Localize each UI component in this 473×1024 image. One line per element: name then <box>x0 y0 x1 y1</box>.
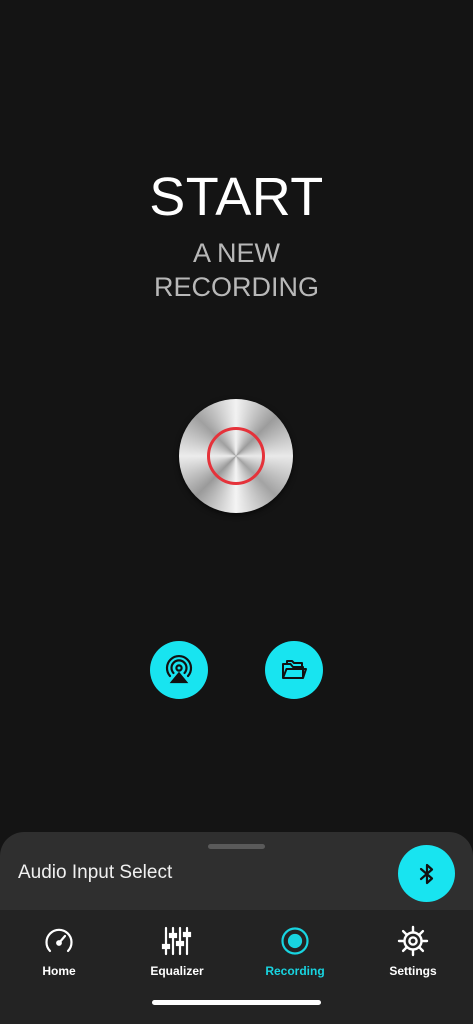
hero-subtitle-line2: RECORDING <box>153 272 319 302</box>
hero-text: START A NEW RECORDING <box>0 164 473 304</box>
tab-bar: Home Equalizer Recording Settings <box>0 910 473 1024</box>
hero-subtitle: A NEW RECORDING <box>0 236 473 304</box>
recordings-folder-button[interactable] <box>265 641 323 699</box>
speedometer-icon <box>45 928 73 953</box>
record-icon <box>207 427 265 485</box>
gear-icon <box>397 925 429 957</box>
tab-home-label: Home <box>42 964 76 978</box>
home-indicator[interactable] <box>152 1000 321 1005</box>
tab-settings-label: Settings <box>389 964 437 978</box>
tab-equalizer[interactable]: Equalizer <box>122 924 232 978</box>
audio-output-button[interactable] <box>150 641 208 699</box>
airplay-icon <box>165 654 193 684</box>
folder-icon <box>282 660 307 679</box>
tab-recording-label: Recording <box>265 964 325 978</box>
tab-settings[interactable]: Settings <box>358 924 468 978</box>
tab-equalizer-label: Equalizer <box>150 964 204 978</box>
record-button[interactable] <box>179 399 293 513</box>
hero-title: START <box>149 167 324 227</box>
tab-home[interactable]: Home <box>4 924 114 978</box>
equalizer-icon <box>161 926 192 956</box>
hero-subtitle-line1: A NEW <box>192 238 280 268</box>
tab-recording[interactable]: Recording <box>240 924 350 978</box>
record-tab-icon <box>281 927 309 955</box>
audio-input-label: Audio Input Select <box>18 862 173 883</box>
bluetooth-icon <box>419 863 433 884</box>
sheet-drag-handle[interactable] <box>208 844 265 849</box>
bluetooth-button[interactable] <box>398 845 455 902</box>
